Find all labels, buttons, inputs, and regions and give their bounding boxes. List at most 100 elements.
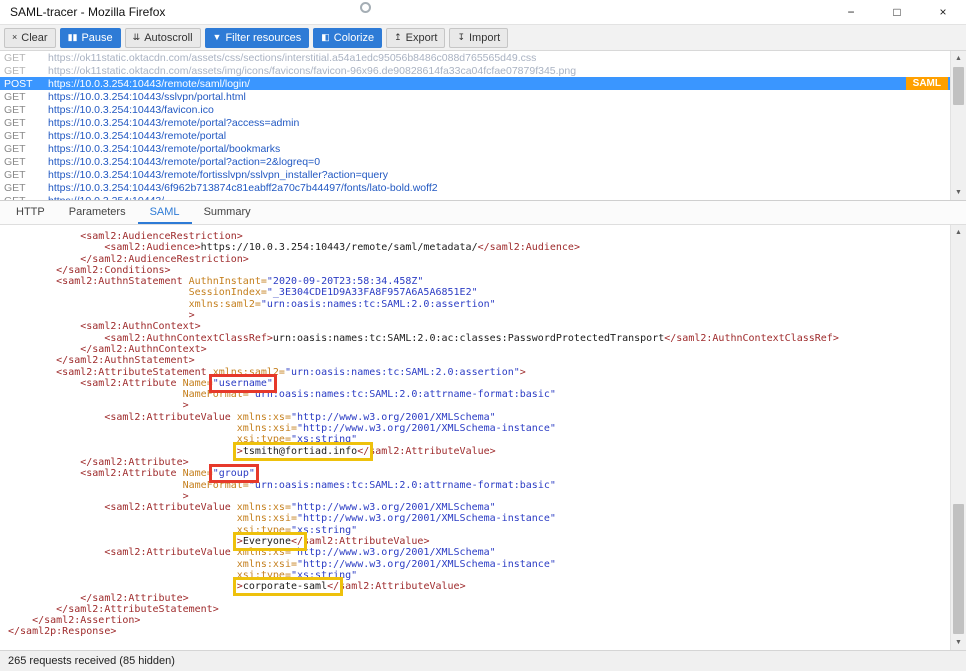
autoscroll-button[interactable]: ⇊Autoscroll (125, 28, 201, 48)
xml-line: </saml2p:Response> (8, 626, 950, 637)
xml-line: <saml2:AttributeValue xmlns:xs="http://w… (8, 547, 950, 558)
request-row[interactable]: GEThttps://ok11static.oktacdn.com/assets… (0, 51, 950, 64)
xml-line: </saml2:AuthnContext> (8, 344, 950, 355)
request-list-scrollbar[interactable]: ▲ ▼ (950, 51, 966, 200)
request-row[interactable]: GEThttps://10.0.3.254:10443/remote/porta… (0, 142, 950, 155)
scrollbar-thumb[interactable] (953, 504, 964, 634)
close-button[interactable]: × (920, 0, 966, 24)
xml-line: xsi:type="xs:string" (8, 434, 950, 445)
xml-token: "xs:string" (291, 570, 357, 581)
xml-token: "urn:oasis:names:tc:SAML:2.0:attrname-fo… (249, 480, 556, 491)
xml-line: </saml2:AttributeStatement> (8, 604, 950, 615)
xml-token: saml2:AttributeValue> (339, 581, 465, 592)
xml-line: </saml2:Conditions> (8, 265, 950, 276)
xml-line: xsi:type="xs:string" (8, 525, 950, 536)
request-rows: GEThttps://ok11static.oktacdn.com/assets… (0, 51, 950, 200)
filter-resources-icon: ▼ (213, 33, 222, 42)
scrollbar-thumb[interactable] (953, 67, 964, 105)
colorize-button[interactable]: ◧Colorize (313, 28, 382, 48)
xml-token: "http://www.w3.org/2001/XMLSchema-instan… (297, 559, 556, 570)
request-row[interactable]: GEThttps://10.0.3.254:10443/ (0, 194, 950, 200)
xml-line: <saml2:AttributeStatement xmlns:saml2="u… (8, 367, 950, 378)
xml-line: xmlns:saml2="urn:oasis:names:tc:SAML:2.0… (8, 299, 950, 310)
export-label: Export (406, 32, 438, 44)
xml-line: xmlns:xsi="http://www.w3.org/2001/XMLSch… (8, 513, 950, 524)
xml-token: xmlns:xsi= (8, 513, 297, 524)
xml-token: "2020-09-20T23:58:34.458Z" (267, 276, 424, 287)
titlebar: SAML-tracer - Mozilla Firefox − □ × (0, 0, 966, 24)
request-row[interactable]: GEThttps://10.0.3.254:10443/remote/forti… (0, 168, 950, 181)
request-method: GET (4, 104, 48, 116)
request-method: GET (4, 52, 48, 64)
xml-line: xmlns:xsi="http://www.w3.org/2001/XMLSch… (8, 559, 950, 570)
minimize-button[interactable]: − (828, 0, 874, 24)
xml-token: "group" (213, 468, 255, 479)
request-row[interactable]: GEThttps://10.0.3.254:10443/remote/porta… (0, 155, 950, 168)
import-label: Import (469, 32, 500, 44)
xml-line: xmlns:xsi="http://www.w3.org/2001/XMLSch… (8, 423, 950, 434)
autoscroll-label: Autoscroll (144, 32, 192, 44)
xml-token: xmlns:saml2= (8, 299, 261, 310)
xml-pane-scrollbar[interactable]: ▲ ▼ (950, 225, 966, 650)
request-row[interactable]: GEThttps://10.0.3.254:10443/remote/porta… (0, 116, 950, 129)
saml-xml-code: <saml2:AudienceRestriction> <saml2:Audie… (0, 225, 950, 650)
xml-token: </saml2:Conditions> (8, 265, 171, 276)
filter-resources-button[interactable]: ▼Filter resources (205, 28, 310, 48)
xml-line: </saml2:Attribute> (8, 457, 950, 468)
tab-summary[interactable]: Summary (192, 201, 263, 224)
xml-token: <saml2:Attribute (8, 378, 183, 389)
pause-label: Pause (81, 32, 112, 44)
xml-token: saml2:AttributeValue> (369, 446, 495, 457)
request-method: GET (4, 156, 48, 168)
xml-token: </ (291, 536, 303, 547)
clear-icon: × (12, 33, 17, 42)
scroll-down-icon[interactable]: ▼ (951, 635, 966, 650)
xml-line: <saml2:Audience>https://10.0.3.254:10443… (8, 242, 950, 253)
xml-token: <saml2:AttributeStatement (8, 367, 213, 378)
request-row[interactable]: GEThttps://ok11static.oktacdn.com/assets… (0, 64, 950, 77)
export-button[interactable]: ↥ Export (386, 28, 445, 48)
request-method: GET (4, 143, 48, 155)
request-url: https://ok11static.oktacdn.com/assets/cs… (48, 52, 536, 64)
request-row[interactable]: GEThttps://10.0.3.254:10443/sslvpn/porta… (0, 90, 950, 103)
xml-token: </saml2:AudienceRestriction> (8, 254, 249, 265)
tab-parameters[interactable]: Parameters (57, 201, 138, 224)
xml-token: xmlns:xs= (237, 547, 291, 558)
clear-button[interactable]: ×Clear (4, 28, 56, 48)
request-url: https://10.0.3.254:10443/remote/saml/log… (48, 78, 250, 90)
xml-line: >tsmith@fortiad.info</saml2:AttributeVal… (8, 446, 950, 457)
annotation-box-red: "username" (213, 378, 273, 389)
request-url: https://10.0.3.254:10443/remote/portal?a… (48, 117, 299, 129)
pause-icon: ▮▮ (68, 33, 78, 42)
scroll-up-icon[interactable]: ▲ (951, 225, 966, 240)
maximize-button[interactable]: □ (874, 0, 920, 24)
request-list-pane: GEThttps://ok11static.oktacdn.com/assets… (0, 51, 966, 201)
xml-token: <saml2:AuthnContext> (8, 321, 201, 332)
xml-token: </ (327, 581, 339, 592)
tab-saml[interactable]: SAML (138, 201, 192, 224)
xml-token: "http://www.w3.org/2001/XMLSchema-instan… (297, 423, 556, 434)
pause-button[interactable]: ▮▮Pause (60, 28, 121, 48)
xml-line: <saml2:AttributeValue xmlns:xs="http://w… (8, 412, 950, 423)
request-url: https://10.0.3.254:10443/6f962b713874c81… (48, 182, 438, 194)
scroll-up-icon[interactable]: ▲ (951, 51, 966, 66)
export-icon: ↥ (394, 33, 402, 42)
xml-token: <saml2:AttributeValue (8, 502, 237, 513)
xml-token: </saml2:AttributeStatement> (8, 604, 219, 615)
xml-token: urn:oasis:names:tc:SAML:2.0:ac:classes:P… (273, 333, 664, 344)
request-row[interactable]: GEThttps://10.0.3.254:10443/remote/porta… (0, 129, 950, 142)
xml-token: Everyone (243, 536, 291, 547)
saml-xml-pane: <saml2:AudienceRestriction> <saml2:Audie… (0, 225, 966, 650)
xml-line: </saml2:Assertion> (8, 615, 950, 626)
annotation-box-yellow: >Everyone</ (237, 536, 303, 547)
request-row[interactable]: POSThttps://10.0.3.254:10443/remote/saml… (0, 77, 950, 90)
import-button[interactable]: ↧Import (449, 28, 508, 48)
xml-token: </saml2:Assertion> (8, 615, 140, 626)
xml-line: NameFormat="urn:oasis:names:tc:SAML:2.0:… (8, 389, 950, 400)
tab-http[interactable]: HTTP (4, 201, 57, 224)
request-row[interactable]: GEThttps://10.0.3.254:10443/favicon.ico (0, 103, 950, 116)
xml-token: <saml2:AttributeValue (8, 547, 237, 558)
xml-token: NameFormat= (8, 389, 249, 400)
scroll-down-icon[interactable]: ▼ (951, 185, 966, 200)
request-row[interactable]: GEThttps://10.0.3.254:10443/6f962b713874… (0, 181, 950, 194)
